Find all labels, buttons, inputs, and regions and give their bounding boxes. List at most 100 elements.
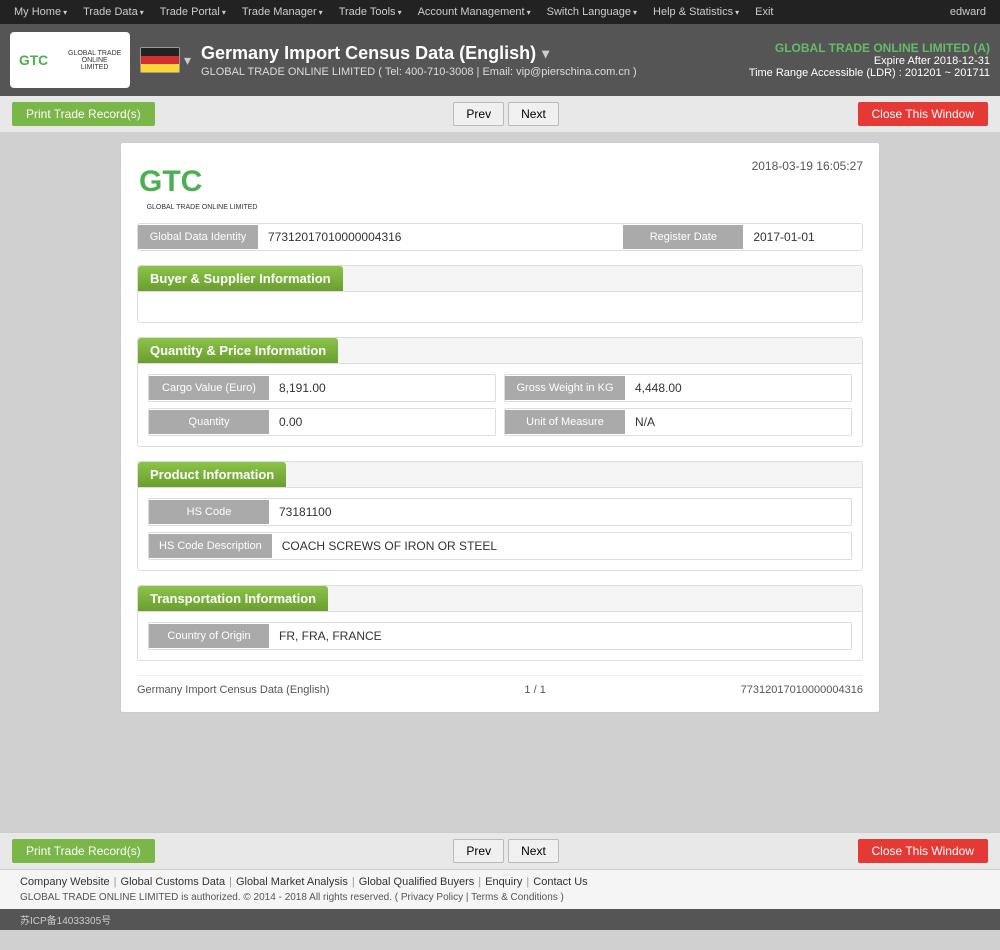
print-button-bottom[interactable]: Print Trade Record(s) bbox=[12, 839, 155, 863]
product-section: Product Information HS Code 73181100 HS … bbox=[137, 461, 863, 571]
identity-row: Global Data Identity 7731201701000000431… bbox=[137, 223, 863, 251]
flag-area: ▾ bbox=[140, 47, 191, 73]
transportation-title: Transportation Information bbox=[138, 586, 328, 611]
record-card: GTC GLOBAL TRADE ONLINE LIMITED 2018-03-… bbox=[120, 142, 880, 713]
page-title: Germany Import Census Data (English) ▾ bbox=[201, 43, 739, 64]
record-header: GTC GLOBAL TRADE ONLINE LIMITED 2018-03-… bbox=[137, 159, 863, 211]
product-title-row: Product Information bbox=[138, 462, 862, 488]
company-name: GLOBAL TRADE ONLINE LIMITED (A) bbox=[749, 41, 990, 55]
gross-weight-label: Gross Weight in KG bbox=[505, 376, 625, 400]
record-footer: Germany Import Census Data (English) 1 /… bbox=[137, 675, 863, 696]
nav-buttons-bottom: Prev Next bbox=[453, 839, 558, 863]
close-button-top[interactable]: Close This Window bbox=[858, 102, 988, 126]
nav-trade-portal[interactable]: Trade Portal ▾ bbox=[154, 4, 232, 20]
next-button-top[interactable]: Next bbox=[508, 102, 559, 126]
nav-trade-data[interactable]: Trade Data ▾ bbox=[77, 4, 150, 20]
record-footer-id: 77312017010000004316 bbox=[741, 684, 863, 696]
hs-code-row: HS Code 73181100 bbox=[148, 498, 852, 526]
register-date-value: 2017-01-01 bbox=[743, 224, 862, 250]
bottom-action-bar: Print Trade Record(s) Prev Next Close Th… bbox=[0, 832, 1000, 869]
svg-text:GTC: GTC bbox=[19, 53, 48, 68]
nav-buttons-top: Prev Next bbox=[453, 102, 558, 126]
nav-switch-language[interactable]: Switch Language ▾ bbox=[541, 4, 643, 20]
chevron-down-icon: ▾ bbox=[633, 8, 637, 17]
nav-help-statistics[interactable]: Help & Statistics ▾ bbox=[647, 4, 745, 20]
time-range: Time Range Accessible (LDR) : 201201 ~ 2… bbox=[749, 67, 990, 79]
page-title-area: Germany Import Census Data (English) ▾ G… bbox=[201, 43, 739, 78]
nav-exit[interactable]: Exit bbox=[749, 4, 779, 20]
nav-trade-manager[interactable]: Trade Manager ▾ bbox=[236, 4, 329, 20]
print-button-top[interactable]: Print Trade Record(s) bbox=[12, 102, 155, 126]
unit-of-measure-label: Unit of Measure bbox=[505, 410, 625, 434]
origin-row: Country of Origin FR, FRA, FRANCE bbox=[148, 622, 852, 650]
gross-weight-value: 4,448.00 bbox=[625, 375, 851, 401]
product-body: HS Code 73181100 HS Code Description COA… bbox=[138, 488, 862, 570]
nav-trade-tools[interactable]: Trade Tools ▾ bbox=[333, 4, 408, 20]
product-title: Product Information bbox=[138, 462, 286, 487]
flag-dropdown-icon[interactable]: ▾ bbox=[184, 52, 191, 69]
chevron-down-icon: ▾ bbox=[222, 8, 226, 17]
hs-desc-field: HS Code Description COACH SCREWS OF IRON… bbox=[148, 532, 852, 560]
quantity-label: Quantity bbox=[149, 410, 269, 434]
quantity-price-body: Cargo Value (Euro) 8,191.00 Gross Weight… bbox=[138, 364, 862, 446]
footer-link-contact[interactable]: Contact Us bbox=[533, 876, 587, 888]
record-timestamp: 2018-03-19 16:05:27 bbox=[752, 159, 863, 173]
hs-code-value: 73181100 bbox=[269, 499, 851, 525]
top-navigation: My Home ▾ Trade Data ▾ Trade Portal ▾ Tr… bbox=[0, 0, 1000, 24]
country-of-origin-field: Country of Origin FR, FRA, FRANCE bbox=[148, 622, 852, 650]
unit-of-measure-value: N/A bbox=[625, 409, 851, 435]
cargo-value-value: 8,191.00 bbox=[269, 375, 495, 401]
prev-button-top[interactable]: Prev bbox=[453, 102, 504, 126]
germany-flag bbox=[140, 47, 180, 73]
svg-text:GTC: GTC bbox=[139, 165, 202, 198]
footer-link-company[interactable]: Company Website bbox=[20, 876, 110, 888]
expire-date: Expire After 2018-12-31 bbox=[749, 55, 990, 67]
footer-link-market[interactable]: Global Market Analysis bbox=[236, 876, 348, 888]
buyer-supplier-title: Buyer & Supplier Information bbox=[138, 266, 343, 291]
record-footer-title: Germany Import Census Data (English) bbox=[137, 684, 330, 696]
main-content: GTC GLOBAL TRADE ONLINE LIMITED 2018-03-… bbox=[0, 132, 1000, 832]
hs-code-field: HS Code 73181100 bbox=[148, 498, 852, 526]
prev-button-bottom[interactable]: Prev bbox=[453, 839, 504, 863]
country-of-origin-value: FR, FRA, FRANCE bbox=[269, 623, 851, 649]
gross-weight-field: Gross Weight in KG 4,448.00 bbox=[504, 374, 852, 402]
hs-desc-value: COACH SCREWS OF IRON OR STEEL bbox=[272, 533, 851, 559]
nav-account-management[interactable]: Account Management ▾ bbox=[412, 4, 537, 20]
chevron-down-icon: ▾ bbox=[735, 8, 739, 17]
quantity-price-title-row: Quantity & Price Information bbox=[138, 338, 862, 364]
hs-code-label: HS Code bbox=[149, 500, 269, 524]
nav-my-home[interactable]: My Home ▾ bbox=[8, 4, 73, 20]
quantity-price-title: Quantity & Price Information bbox=[138, 338, 338, 363]
record-logo: GTC GLOBAL TRADE ONLINE LIMITED bbox=[137, 159, 267, 211]
quantity-price-section: Quantity & Price Information Cargo Value… bbox=[137, 337, 863, 447]
hs-desc-label: HS Code Description bbox=[149, 534, 272, 558]
hs-desc-row: HS Code Description COACH SCREWS OF IRON… bbox=[148, 532, 852, 560]
quantity-field: Quantity 0.00 bbox=[148, 408, 496, 436]
cargo-value-label: Cargo Value (Euro) bbox=[149, 376, 269, 400]
transportation-section: Transportation Information Country of Or… bbox=[137, 585, 863, 661]
buyer-supplier-body bbox=[138, 292, 862, 322]
title-dropdown-icon[interactable]: ▾ bbox=[542, 45, 549, 62]
next-button-bottom[interactable]: Next bbox=[508, 839, 559, 863]
logo: GTC GLOBAL TRADE ONLINE LIMITED bbox=[10, 32, 130, 88]
chevron-down-icon: ▾ bbox=[140, 8, 144, 17]
icp-bar: 苏ICP备14033305号 bbox=[0, 909, 1000, 930]
top-action-bar: Print Trade Record(s) Prev Next Close Th… bbox=[0, 96, 1000, 132]
cargo-gross-row: Cargo Value (Euro) 8,191.00 Gross Weight… bbox=[148, 374, 852, 402]
footer-link-buyers[interactable]: Global Qualified Buyers bbox=[359, 876, 475, 888]
footer-link-customs[interactable]: Global Customs Data bbox=[121, 876, 226, 888]
record-footer-page: 1 / 1 bbox=[524, 684, 545, 696]
cargo-value-field: Cargo Value (Euro) 8,191.00 bbox=[148, 374, 496, 402]
close-button-bottom[interactable]: Close This Window bbox=[858, 839, 988, 863]
header-bar: GTC GLOBAL TRADE ONLINE LIMITED ▾ German… bbox=[0, 24, 1000, 96]
global-data-identity-value: 77312017010000004316 bbox=[258, 224, 615, 250]
register-date-label: Register Date bbox=[623, 225, 743, 249]
chevron-down-icon: ▾ bbox=[63, 8, 67, 17]
logo-subtitle: GLOBAL TRADE ONLINE LIMITED bbox=[67, 50, 122, 71]
chevron-down-icon: ▾ bbox=[527, 8, 531, 17]
global-data-identity-label: Global Data Identity bbox=[138, 225, 258, 249]
buyer-supplier-section: Buyer & Supplier Information bbox=[137, 265, 863, 323]
record-logo-sub: GLOBAL TRADE ONLINE LIMITED bbox=[147, 204, 258, 211]
footer-link-enquiry[interactable]: Enquiry bbox=[485, 876, 522, 888]
unit-of-measure-field: Unit of Measure N/A bbox=[504, 408, 852, 436]
